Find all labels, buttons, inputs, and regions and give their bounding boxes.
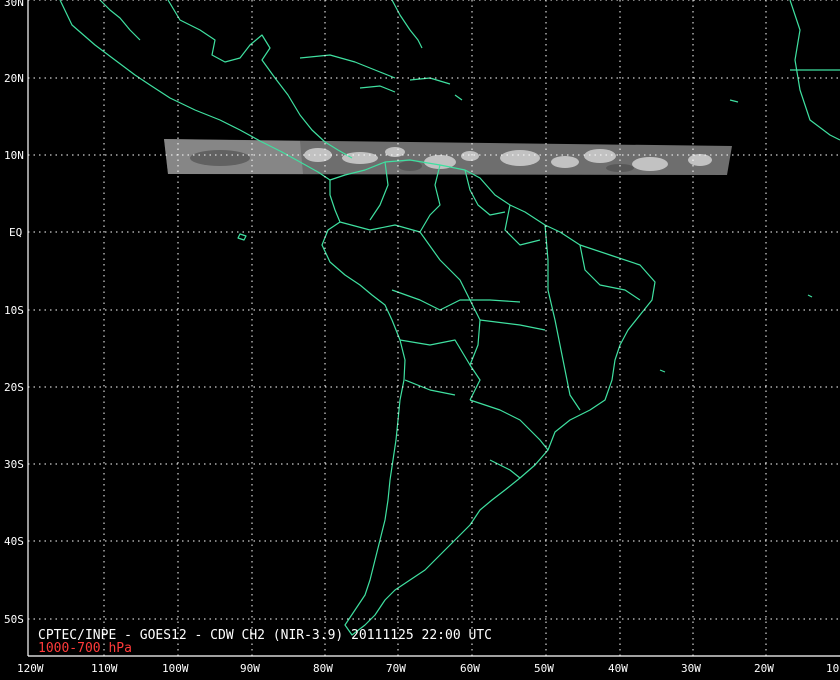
lon-label-30w: 30W bbox=[681, 662, 701, 675]
lon-label-110w: 110W bbox=[91, 662, 118, 675]
lon-label-80w: 80W bbox=[313, 662, 333, 675]
lat-label-10s: 10S bbox=[4, 304, 24, 317]
lon-label-40w: 40W bbox=[608, 662, 628, 675]
lat-label-20s: 20S bbox=[4, 381, 24, 394]
lat-label-eq: EQ bbox=[9, 226, 22, 239]
lat-label-50s: 50S bbox=[4, 613, 24, 626]
lat-label-40s: 40S bbox=[4, 535, 24, 548]
pressure-level-label: 1000-700 hPa bbox=[38, 641, 132, 656]
lat-label-20n: 20N bbox=[4, 72, 24, 85]
lon-label-50w: 50W bbox=[534, 662, 554, 675]
lon-label-20w: 20W bbox=[754, 662, 774, 675]
lat-label-30n: 30N bbox=[4, 0, 24, 9]
lon-label-100w: 100W bbox=[162, 662, 189, 675]
lon-label-10: 10 bbox=[826, 662, 839, 675]
map-background bbox=[0, 0, 840, 680]
lon-label-60w: 60W bbox=[460, 662, 480, 675]
lat-label-30s: 30S bbox=[4, 458, 24, 471]
lon-label-120w: 120W bbox=[17, 662, 44, 675]
lat-label-10n: 10N bbox=[4, 149, 24, 162]
satellite-map: 30N 20N 10N EQ 10S 20S 30S 40S 50S 120W … bbox=[0, 0, 840, 680]
lon-label-70w: 70W bbox=[386, 662, 406, 675]
lon-label-90w: 90W bbox=[240, 662, 260, 675]
